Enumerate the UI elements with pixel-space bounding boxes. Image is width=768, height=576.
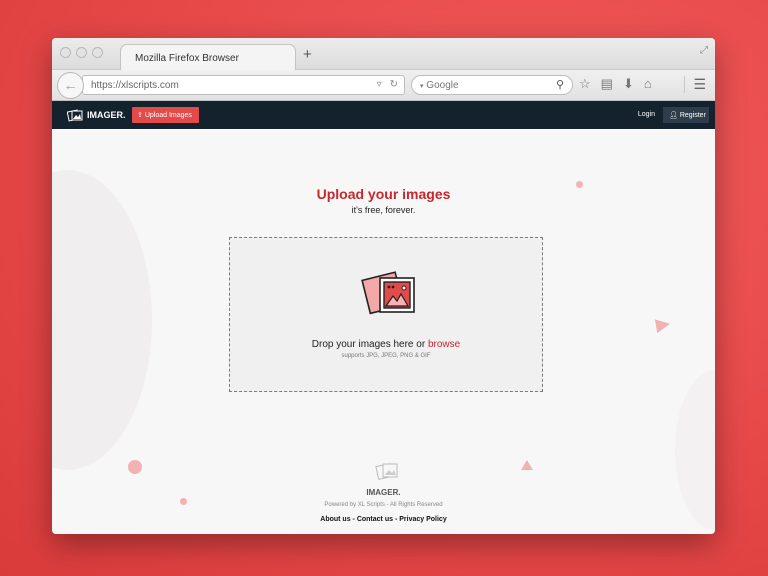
dropdown-icon[interactable]: ▿ (377, 79, 382, 90)
search-input: Google (426, 80, 459, 91)
register-label: Register (679, 112, 706, 119)
home-icon[interactable]: ⌂ (644, 76, 652, 92)
tab-title: Mozilla Firefox Browser (135, 53, 239, 64)
site-logo[interactable]: IMAGER. (67, 108, 126, 122)
main-content: Upload your images it's free, forever. D… (52, 130, 715, 534)
reading-list-icon[interactable]: ▤ (601, 76, 613, 92)
hamburger-menu-icon[interactable]: ☰ (684, 76, 706, 93)
back-arrow-icon: ← (63, 77, 78, 93)
fullscreen-icon[interactable]: ⤢ (700, 45, 708, 56)
reload-icon[interactable]: ↻ (390, 79, 398, 90)
url-text: https://xlscripts.com (91, 80, 179, 91)
upload-images-label: Upload Images (144, 112, 192, 119)
back-button[interactable]: ← (57, 72, 84, 99)
search-bar[interactable]: ▾ Google ⚲ (411, 75, 573, 95)
browser-tab[interactable]: Mozilla Firefox Browser (120, 44, 296, 71)
decor-dot (128, 460, 142, 474)
contact-us-link[interactable]: Contact us (357, 516, 393, 523)
close-window-button[interactable] (60, 47, 71, 58)
navigation-bar: https://xlscripts.com ▿ ↻ ← ▾ Google ⚲ ☆… (52, 70, 715, 101)
minimize-window-button[interactable] (76, 47, 87, 58)
bookmark-star-icon[interactable]: ☆ (579, 76, 591, 92)
url-bar[interactable]: https://xlscripts.com ▿ ↻ (82, 75, 405, 95)
background-blob (52, 170, 152, 470)
page-subtitle: it's free, forever. (351, 205, 416, 215)
drop-instructions: Drop your images here or browse (230, 339, 542, 350)
maximize-window-button[interactable] (92, 47, 103, 58)
title-bar: Mozilla Firefox Browser + ⤢ (52, 38, 715, 71)
register-button[interactable]: 👤︎ Register (663, 107, 709, 123)
footer-links: About us - Contact us - Privacy Policy (52, 516, 715, 523)
page-title: Upload your images (316, 186, 451, 202)
new-tab-button[interactable]: + (303, 46, 312, 63)
user-icon: 👤︎ (669, 112, 678, 119)
footer-logo-icon (375, 463, 398, 480)
search-icon[interactable]: ⚲ (556, 78, 564, 91)
decor-triangle (654, 316, 672, 334)
window-controls (60, 47, 103, 58)
downloads-icon[interactable]: ⬇ (623, 76, 634, 92)
footer-site-name: IMAGER. (366, 488, 401, 497)
privacy-policy-link[interactable]: Privacy Policy (399, 516, 446, 523)
drop-zone[interactable]: Drop your images here or browse supports… (229, 237, 543, 392)
toolbar-icons: ☆ ▤ ⬇ ⌂ (579, 76, 652, 92)
drop-text: Drop your images here or (311, 339, 426, 350)
browse-link[interactable]: browse (428, 339, 460, 350)
browser-window: Mozilla Firefox Browser + ⤢ https://xlsc… (52, 38, 715, 534)
footer-copyright: Powered by XL Scripts - All Rights Reser… (324, 502, 443, 508)
logo-text: IMAGER. (87, 110, 126, 120)
search-engine-dropdown-icon[interactable]: ▾ (420, 83, 424, 90)
site-header: IMAGER. ⇪ Upload Images Login 👤︎ Registe… (52, 101, 715, 129)
image-upload-icon (361, 271, 415, 315)
decor-triangle (521, 460, 533, 470)
upload-images-button[interactable]: ⇪ Upload Images (132, 107, 199, 123)
upload-icon: ⇪ (137, 112, 143, 119)
supported-formats: supports JPG, JPEG, PNG & GIF (341, 353, 431, 359)
login-link[interactable]: Login (638, 111, 655, 118)
logo-image-icon (67, 109, 83, 122)
about-us-link[interactable]: About us (320, 516, 350, 523)
